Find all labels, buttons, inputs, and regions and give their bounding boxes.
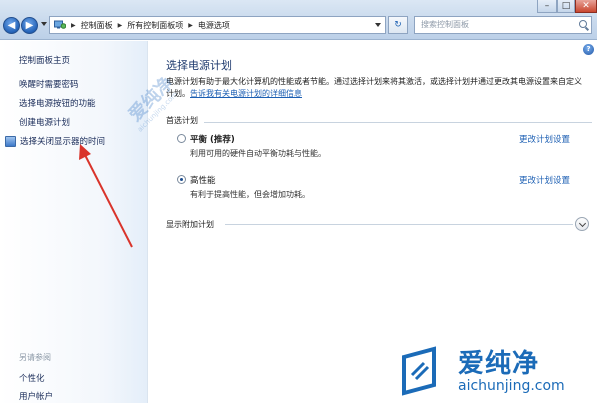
minimize-icon[interactable]: – — [537, 0, 557, 13]
plan-radio[interactable] — [177, 134, 186, 143]
sidebar-item-home[interactable]: 控制面板主页 — [19, 54, 70, 66]
plan-description: 有利于提高性能，但会增加功耗。 — [190, 190, 310, 199]
search-input[interactable]: 搜索控制面板 — [414, 16, 592, 34]
sidebar-item-label: 选择关闭显示器的时间 — [20, 137, 106, 147]
search-placeholder: 搜索控制面板 — [421, 20, 469, 29]
chevron-right-icon: ▶ — [71, 21, 76, 29]
search-icon[interactable] — [579, 20, 587, 28]
help-icon[interactable]: ? — [583, 44, 594, 55]
brand-logo-icon — [402, 346, 436, 396]
chevron-down-icon[interactable] — [575, 217, 589, 231]
sidebar: 控制面板主页 唤醒时需要密码 选择电源按钮的功能 创建电源计划 选择关闭显示器的… — [0, 41, 148, 403]
refresh-icon: ↻ — [394, 20, 402, 30]
close-icon[interactable]: ✕ — [575, 0, 597, 13]
back-arrow-icon[interactable]: ◀ — [3, 17, 20, 34]
recent-pages-dropdown-icon[interactable] — [41, 22, 47, 26]
breadcrumb-item[interactable]: 控制面板 — [81, 20, 113, 31]
chevron-right-icon: ▶ — [188, 21, 193, 29]
watermark-logo: 爱纯净 aichunjing.com — [398, 341, 593, 401]
sidebar-item-create-plan[interactable]: 创建电源计划 — [19, 116, 70, 128]
address-bar[interactable]: ▶ 控制面板 ▶ 所有控制面板项 ▶ 电源选项 — [49, 16, 386, 34]
maximize-icon[interactable]: □ — [557, 0, 575, 13]
monitor-icon — [5, 135, 16, 147]
plan-radio[interactable] — [177, 175, 186, 184]
plan-name: 平衡 (推荐) — [190, 135, 235, 145]
forward-arrow-icon[interactable]: ▶ — [21, 17, 38, 34]
sidebar-item-display-off[interactable]: 选择关闭显示器的时间 — [5, 135, 105, 147]
sidebar-item-power-button[interactable]: 选择电源按钮的功能 — [19, 97, 96, 109]
divider — [225, 224, 573, 225]
sidebar-item-personalization[interactable]: 个性化 — [19, 372, 45, 384]
power-plan-info-link[interactable]: 告诉我有关电源计划的详细信息 — [190, 89, 302, 98]
plan-description: 利用可用的硬件自动平衡功耗与性能。 — [190, 149, 326, 158]
refresh-button[interactable]: ↻ — [388, 16, 408, 34]
show-additional-plans-label[interactable]: 显示附加计划 — [166, 219, 214, 230]
see-also-heading: 另请参阅 — [19, 353, 51, 362]
breadcrumb-item[interactable]: 电源选项 — [198, 20, 230, 31]
control-panel-icon — [54, 20, 67, 30]
preferred-plans-label: 首选计划 — [166, 116, 198, 125]
title-bar: – □ ✕ ◀ ▶ ▶ 控制面板 ▶ 所有控制面板项 ▶ 电源选项 ↻ 搜索控制… — [0, 0, 597, 40]
brand-name: 爱纯净 — [458, 349, 540, 379]
plan-name: 高性能 — [190, 176, 216, 186]
change-plan-settings-link[interactable]: 更改计划设置 — [519, 133, 570, 145]
divider — [204, 122, 592, 123]
change-plan-settings-link[interactable]: 更改计划设置 — [519, 174, 570, 186]
sidebar-item-user-accounts[interactable]: 用户帐户 — [19, 390, 53, 402]
chevron-right-icon: ▶ — [117, 21, 123, 29]
page-description: 电源计划有助于最大化计算机的性能或者节能。通过选择计划来将其激活，或选择计划并通… — [166, 76, 586, 100]
brand-url: aichunjing.com — [458, 378, 565, 394]
sidebar-item-wake-password[interactable]: 唤醒时需要密码 — [19, 78, 79, 90]
page-title: 选择电源计划 — [166, 59, 232, 72]
breadcrumb-item[interactable]: 所有控制面板项 — [127, 20, 183, 31]
address-dropdown-icon[interactable] — [375, 23, 381, 27]
